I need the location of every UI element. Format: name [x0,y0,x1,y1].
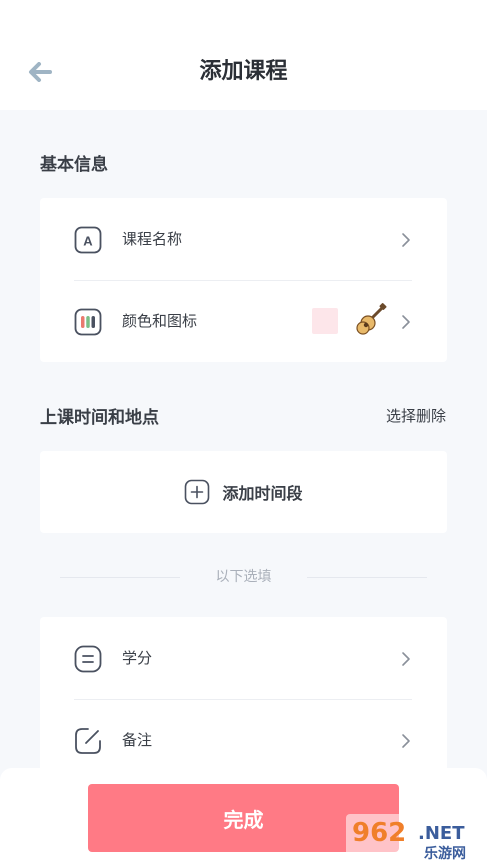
section-title-basic-info: 基本信息 [40,155,108,175]
course-name-row[interactable]: A 课程名称 [40,198,447,280]
color-icon-row[interactable]: 颜色和图标 [40,280,447,362]
top-bar: 添加课程 [0,0,487,110]
list-icon [74,645,102,673]
watermark-caption: 乐游网 [424,845,466,862]
color-dots-icon [74,308,102,336]
credits-label: 学分 [122,649,153,667]
section-title-schedule: 上课时间和地点 [40,408,159,428]
credits-row[interactable]: 学分 [40,617,447,699]
guitar-icon [356,303,387,335]
optional-label: 以下选填 [215,569,272,585]
chevron-right-icon [402,652,410,666]
color-icon-label: 颜色和图标 [122,312,198,330]
color-swatch [312,308,338,334]
course-name-label: 课程名称 [122,230,183,248]
watermark-brand: 962 [352,818,406,848]
chevron-right-icon [402,233,410,247]
chevron-right-icon [402,315,410,329]
watermark-suffix: .NET [418,823,465,844]
optional-separator: 以下选填 [60,566,427,588]
site-watermark-logo: 962 .NET 乐游网 [346,814,482,862]
select-delete-button[interactable]: 选择删除 [386,405,446,426]
add-time-slot-label: 添加时间段 [222,484,303,503]
plus-icon [185,479,210,505]
svg-text:A: A [83,234,93,249]
page-title: 添加课程 [199,59,288,84]
optional-card: 学分 备注 [40,617,447,781]
edit-icon [75,728,101,754]
letter-a-icon: A [74,226,102,254]
schedule-card: 添加时间段 [40,451,447,533]
chevron-right-icon [402,734,410,748]
basic-info-card: A 课程名称 颜色和图标 [40,198,447,362]
add-time-slot-button[interactable]: 添加时间段 [40,451,447,533]
